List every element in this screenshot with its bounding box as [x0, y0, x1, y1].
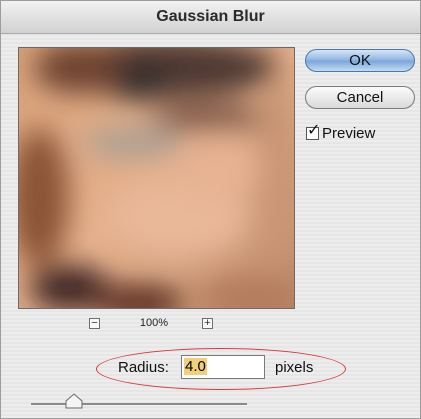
radius-slider-thumb[interactable] [65, 393, 83, 409]
radius-units: pixels [275, 359, 314, 376]
blur-preview-image[interactable] [18, 47, 295, 309]
gaussian-blur-dialog: Gaussian Blur − 100% + OK Cancel ✓ Previ… [0, 0, 421, 419]
preview-checkbox-row[interactable]: ✓ Preview [306, 122, 376, 143]
radius-label: Radius: [118, 359, 169, 376]
preview-label: Preview [322, 125, 376, 142]
preview-image-graphic [19, 48, 294, 308]
zoom-in-button[interactable]: + [202, 318, 213, 329]
zoom-controls: − 100% + [89, 317, 219, 333]
ok-button[interactable]: OK [305, 49, 415, 72]
dialog-title: Gaussian Blur [1, 1, 420, 34]
zoom-out-button[interactable]: − [89, 318, 100, 329]
checkmark-icon: ✓ [307, 122, 321, 139]
preview-checkbox[interactable]: ✓ [306, 122, 320, 140]
plus-icon: + [204, 317, 211, 329]
zoom-level: 100% [139, 317, 169, 329]
minus-icon: − [91, 317, 98, 329]
radius-input[interactable]: 4.0 [181, 355, 265, 379]
cancel-button[interactable]: Cancel [305, 86, 415, 109]
radius-slider-track[interactable] [31, 403, 247, 406]
radius-value: 4.0 [184, 358, 207, 375]
